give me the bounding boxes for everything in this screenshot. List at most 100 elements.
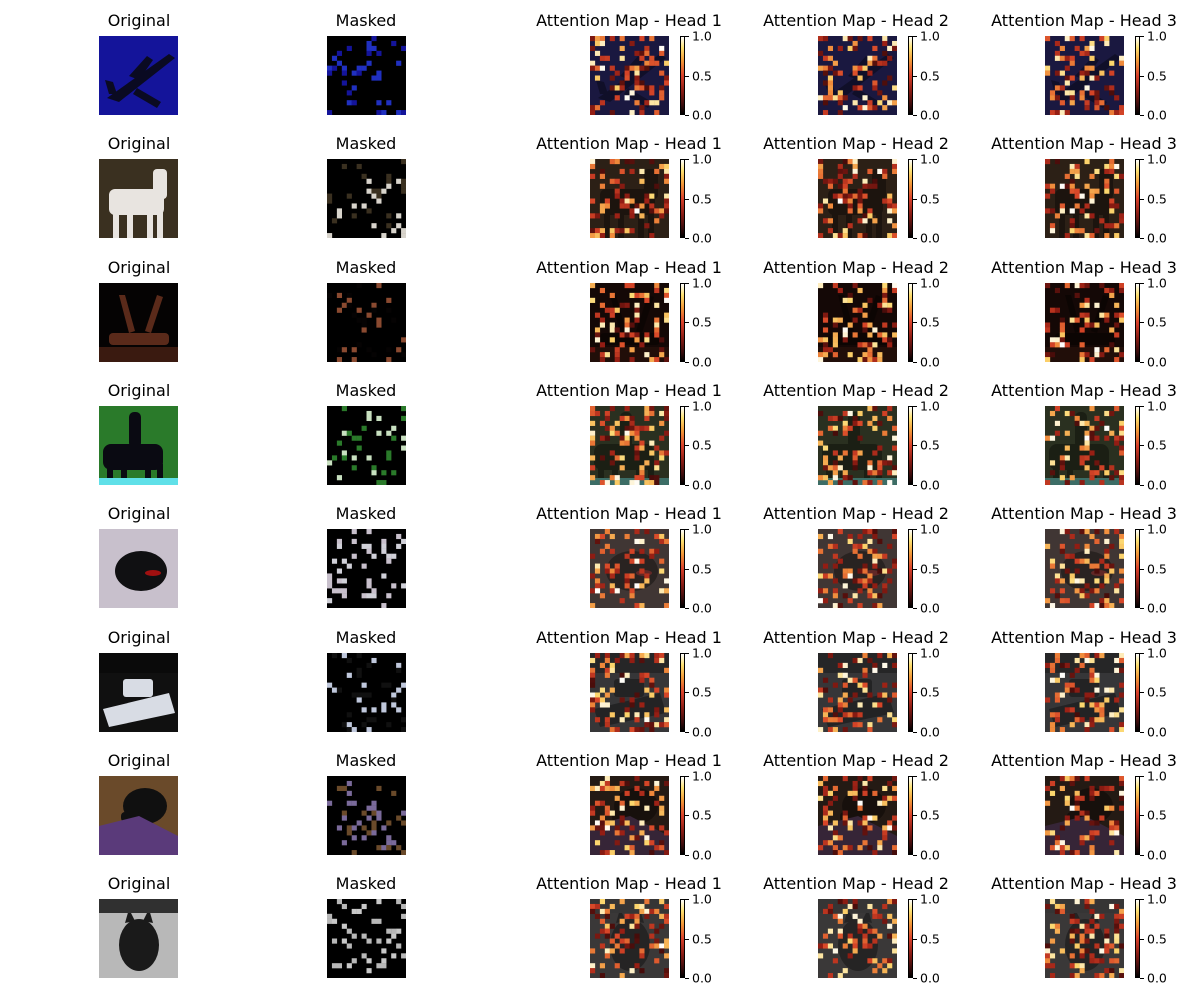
visible-patch xyxy=(346,825,352,831)
attention-patch xyxy=(1114,203,1120,209)
attention-patch xyxy=(1074,899,1080,905)
attention-patch xyxy=(659,70,665,76)
attention-patch xyxy=(837,696,843,703)
colorbar-tick xyxy=(1140,855,1144,856)
attention-patch xyxy=(827,45,834,52)
attention-panel xyxy=(818,529,897,609)
colorbar-tick-label: 0.5 xyxy=(692,807,712,823)
attention-patch xyxy=(832,179,838,185)
colorbar-tick-label: 0.0 xyxy=(1147,724,1167,740)
attention-patch xyxy=(644,193,650,199)
attention-patch xyxy=(827,726,834,732)
attention-patch xyxy=(872,450,878,456)
attention-patch xyxy=(862,105,868,111)
attention-patch xyxy=(827,75,834,81)
attention-patch xyxy=(1089,795,1095,801)
visible-patch xyxy=(376,430,382,436)
attention-patch xyxy=(872,558,878,564)
colorbar-tick-label: 0.0 xyxy=(692,354,712,370)
attention-patch xyxy=(599,228,606,234)
colorbar-tick-label: 0.0 xyxy=(692,847,712,863)
attention-patch xyxy=(619,331,625,338)
attention-patch xyxy=(629,593,635,599)
attention-patch xyxy=(1104,548,1110,555)
attention-patch xyxy=(639,820,645,826)
visible-patch xyxy=(376,50,382,56)
visible-patch xyxy=(371,193,377,199)
attention-patch xyxy=(832,336,838,343)
attention-patch xyxy=(649,839,655,846)
colorbar-tick xyxy=(685,653,689,654)
colorbar-tick xyxy=(1140,978,1144,979)
attention-patch xyxy=(818,159,824,165)
attention-patch xyxy=(1109,90,1115,96)
attention-patch xyxy=(664,287,669,293)
attention-patch xyxy=(1069,179,1075,185)
attention-patch xyxy=(629,292,635,298)
colorbar-tick xyxy=(685,529,689,530)
visible-patch xyxy=(376,785,382,791)
attention-patch xyxy=(599,183,606,190)
visible-patch xyxy=(381,825,387,831)
attention-patch xyxy=(1109,904,1115,910)
attention-patch xyxy=(892,938,897,944)
attention-patch xyxy=(644,805,650,811)
attention-patch xyxy=(609,430,615,436)
visible-patch xyxy=(351,835,357,841)
attention-patch xyxy=(842,711,848,717)
attention-patch xyxy=(609,785,615,791)
attention-patch xyxy=(827,228,834,234)
attention-patch xyxy=(1114,435,1120,441)
attention-patch xyxy=(1059,208,1065,214)
attention-patch xyxy=(594,578,601,584)
visible-patch xyxy=(341,815,347,821)
visible-patch xyxy=(341,558,347,564)
attention-patch xyxy=(664,692,669,698)
attention-patch xyxy=(818,164,824,170)
attention-patch xyxy=(1064,282,1070,288)
attention-patch xyxy=(604,435,610,441)
attention-patch xyxy=(1049,711,1056,717)
panel-title: Attention Map - Head 1 xyxy=(536,627,722,647)
attention-patch xyxy=(1109,110,1115,115)
attention-patch xyxy=(837,317,843,323)
attention-patch xyxy=(1049,460,1056,466)
attention-map xyxy=(1045,36,1124,115)
attention-patch xyxy=(590,825,596,831)
attention-patch xyxy=(1104,928,1110,934)
attention-patch xyxy=(609,810,615,816)
visible-patch xyxy=(391,701,397,708)
visible-patch xyxy=(366,544,372,550)
attention-patch xyxy=(842,682,848,688)
colorbar-tick xyxy=(913,238,917,239)
attention-patch xyxy=(1099,420,1105,426)
attention-patch xyxy=(664,410,669,416)
visible-patch xyxy=(341,721,347,727)
attention-patch xyxy=(892,233,897,239)
attention-patch xyxy=(634,785,640,791)
visible-patch xyxy=(346,297,352,303)
attention-patch xyxy=(842,410,848,416)
attention-panel xyxy=(1045,652,1124,732)
attention-patch xyxy=(639,790,645,796)
attention-patch xyxy=(822,110,829,115)
attention-patch xyxy=(604,701,610,708)
visible-patch xyxy=(361,682,367,688)
attention-patch xyxy=(1049,790,1056,796)
attention-patch xyxy=(1069,317,1075,323)
attention-patch xyxy=(1079,356,1085,362)
visible-patch xyxy=(336,346,343,352)
attention-patch xyxy=(599,479,606,485)
attention-patch xyxy=(1094,188,1100,195)
colorbar-tick-label: 1.0 xyxy=(1147,398,1167,414)
attention-patch xyxy=(1119,544,1124,550)
attention-patch xyxy=(1084,420,1090,426)
attention-patch xyxy=(639,110,645,115)
attention-patch xyxy=(1094,830,1100,836)
attention-patch xyxy=(842,188,848,195)
attention-patch xyxy=(847,933,853,939)
visible-patch xyxy=(366,415,372,421)
colorbar-tick xyxy=(913,115,917,116)
attention-patch xyxy=(1104,164,1110,170)
attention-patch xyxy=(1089,322,1095,328)
